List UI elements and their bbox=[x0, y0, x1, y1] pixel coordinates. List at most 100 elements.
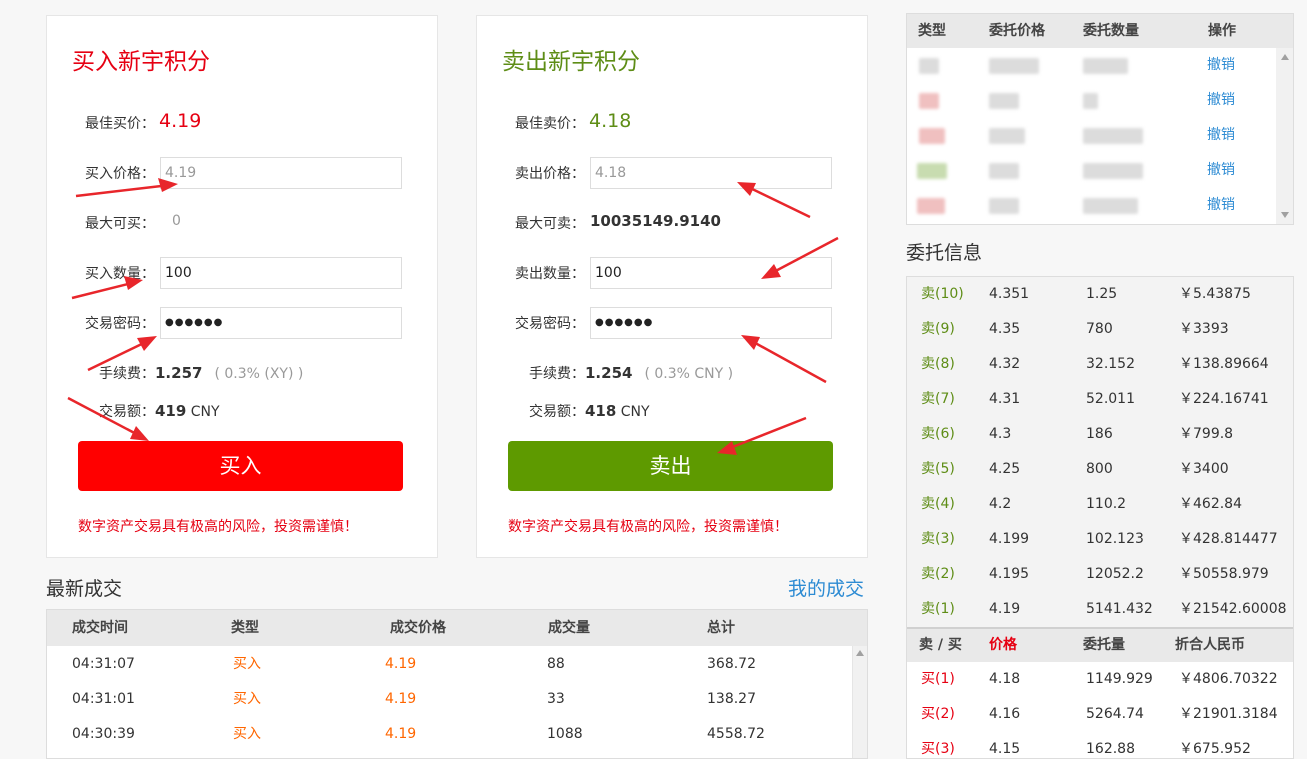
book-qty: 52.011 bbox=[1086, 391, 1135, 407]
arrow-sell-qty bbox=[767, 236, 839, 277]
book-price: 4.199 bbox=[989, 531, 1030, 547]
arrow-buy-button bbox=[67, 396, 143, 439]
cancel-order-link[interactable]: 撤销 bbox=[1207, 188, 1235, 222]
col-type: 类型 bbox=[231, 620, 259, 636]
list-item: 卖(7) 4.31 52.011 ￥224.16741 bbox=[907, 382, 1293, 417]
book-side-label: 卖(10) bbox=[921, 286, 964, 302]
blurred-price bbox=[989, 128, 1025, 144]
book-qty: 1.25 bbox=[1086, 286, 1118, 302]
cancel-order-link[interactable]: 撤销 bbox=[1207, 83, 1235, 117]
list-item: 卖(6) 4.3 186 ￥799.8 bbox=[907, 417, 1293, 452]
scroll-up-icon[interactable] bbox=[856, 650, 864, 656]
trades-scrollbar[interactable] bbox=[852, 646, 867, 758]
col-order-qty: 委托数量 bbox=[1083, 23, 1139, 39]
blurred-type bbox=[917, 163, 947, 179]
blurred-qty bbox=[1083, 198, 1138, 214]
col-price: 成交价格 bbox=[390, 620, 446, 636]
cancel-order-link[interactable]: 撤销 bbox=[1207, 153, 1235, 187]
book-total: ￥675.952 bbox=[1179, 741, 1251, 757]
list-item: 买(1) 4.18 1149.929 ￥4806.70322 bbox=[907, 662, 1293, 697]
book-total: ￥428.814477 bbox=[1179, 531, 1278, 547]
book-side-label: 卖(7) bbox=[921, 391, 955, 407]
book-side-label: 卖(5) bbox=[921, 461, 955, 477]
book-qty: 32.152 bbox=[1086, 356, 1135, 372]
col-total: 总计 bbox=[707, 620, 735, 636]
book-total: ￥138.89664 bbox=[1179, 356, 1269, 372]
arrow-sell-pwd bbox=[747, 337, 827, 384]
book-qty: 102.123 bbox=[1086, 531, 1144, 547]
trade-price: 4.19 bbox=[385, 726, 417, 742]
trade-qty: 33 bbox=[547, 691, 565, 707]
table-row: 撤销 bbox=[907, 188, 1293, 223]
book-price: 4.31 bbox=[989, 391, 1021, 407]
order-book: 卖(10) 4.351 1.25 ￥5.43875 卖(9) 4.35 780 ￥3393 卖(… bbox=[906, 276, 1294, 759]
trade-total: 368.72 bbox=[707, 656, 756, 672]
col-order-price: 委托价格 bbox=[989, 23, 1045, 39]
col-order-type: 类型 bbox=[918, 23, 946, 39]
scroll-down-icon[interactable] bbox=[1281, 212, 1289, 218]
list-item: 卖(4) 4.2 110.2 ￥462.84 bbox=[907, 487, 1293, 522]
trade-time: 04:30:39 bbox=[72, 726, 135, 742]
orders-scrollbar[interactable] bbox=[1276, 48, 1293, 224]
book-price: 4.18 bbox=[989, 671, 1021, 687]
book-side-label: 买(3) bbox=[921, 741, 955, 757]
scroll-up-icon[interactable] bbox=[1281, 54, 1289, 60]
book-side-label: 买(2) bbox=[921, 706, 955, 722]
book-total: ￥3400 bbox=[1179, 461, 1229, 477]
list-item: 卖(9) 4.35 780 ￥3393 bbox=[907, 312, 1293, 347]
book-total: ￥21901.3184 bbox=[1179, 706, 1278, 722]
book-side-label: 卖(3) bbox=[921, 531, 955, 547]
trade-total: 4558.72 bbox=[707, 726, 765, 742]
blurred-price bbox=[989, 58, 1039, 74]
col-side: 卖 / 买 bbox=[919, 637, 962, 653]
book-price: 4.25 bbox=[989, 461, 1021, 477]
book-side-label: 买(1) bbox=[921, 671, 955, 687]
book-total: ￥50558.979 bbox=[1179, 566, 1269, 582]
table-row: 撤销 bbox=[907, 118, 1293, 153]
trade-type: 买入 bbox=[233, 656, 261, 672]
book-header: 卖 / 买 价格 委托量 折合人民币 bbox=[907, 627, 1293, 662]
trade-total: 138.27 bbox=[707, 691, 756, 707]
cancel-order-link[interactable]: 撤销 bbox=[1207, 118, 1235, 152]
col-order-action: 操作 bbox=[1208, 23, 1236, 39]
latest-trades-title: 最新成交 bbox=[46, 578, 123, 600]
list-item: 卖(1) 4.19 5141.432 ￥21542.60008 bbox=[907, 592, 1293, 627]
my-trades-link[interactable]: 我的成交 bbox=[788, 574, 864, 601]
book-price: 4.195 bbox=[989, 566, 1030, 582]
blurred-type bbox=[919, 58, 939, 74]
book-price: 4.3 bbox=[989, 426, 1012, 442]
col-book-cny: 折合人民币 bbox=[1175, 637, 1245, 653]
book-total: ￥5.43875 bbox=[1179, 286, 1251, 302]
book-total: ￥4806.70322 bbox=[1179, 671, 1278, 687]
blurred-type bbox=[917, 198, 945, 214]
order-book-title: 委托信息 bbox=[906, 242, 983, 264]
trade-type: 买入 bbox=[233, 726, 261, 742]
list-item: 卖(5) 4.25 800 ￥3400 bbox=[907, 452, 1293, 487]
blurred-qty bbox=[1083, 93, 1098, 109]
book-side-label: 卖(4) bbox=[921, 496, 955, 512]
book-total: ￥224.16741 bbox=[1179, 391, 1269, 407]
cancel-order-link[interactable]: 撤销 bbox=[1207, 48, 1235, 82]
col-book-price: 价格 bbox=[989, 637, 1017, 653]
book-qty: 162.88 bbox=[1086, 741, 1135, 757]
book-side-label: 卖(1) bbox=[921, 601, 955, 617]
list-item: 买(2) 4.16 5264.74 ￥21901.3184 bbox=[907, 697, 1293, 732]
arrow-buy-price bbox=[75, 183, 171, 198]
arrow-sell-button bbox=[724, 416, 807, 452]
book-price: 4.2 bbox=[989, 496, 1012, 512]
book-price: 4.15 bbox=[989, 741, 1021, 757]
trade-qty: 1088 bbox=[547, 726, 583, 742]
book-side-label: 卖(8) bbox=[921, 356, 955, 372]
book-side-label: 卖(2) bbox=[921, 566, 955, 582]
col-time: 成交时间 bbox=[72, 620, 128, 636]
book-side-label: 卖(6) bbox=[921, 426, 955, 442]
book-qty: 110.2 bbox=[1086, 496, 1127, 512]
book-total: ￥3393 bbox=[1179, 321, 1229, 337]
book-total: ￥462.84 bbox=[1179, 496, 1242, 512]
blurred-price bbox=[989, 163, 1019, 179]
book-price: 4.35 bbox=[989, 321, 1021, 337]
blurred-price bbox=[989, 198, 1019, 214]
book-qty: 800 bbox=[1086, 461, 1113, 477]
col-qty: 成交量 bbox=[548, 620, 590, 636]
list-item: 买(3) 4.15 162.88 ￥675.952 bbox=[907, 732, 1293, 758]
